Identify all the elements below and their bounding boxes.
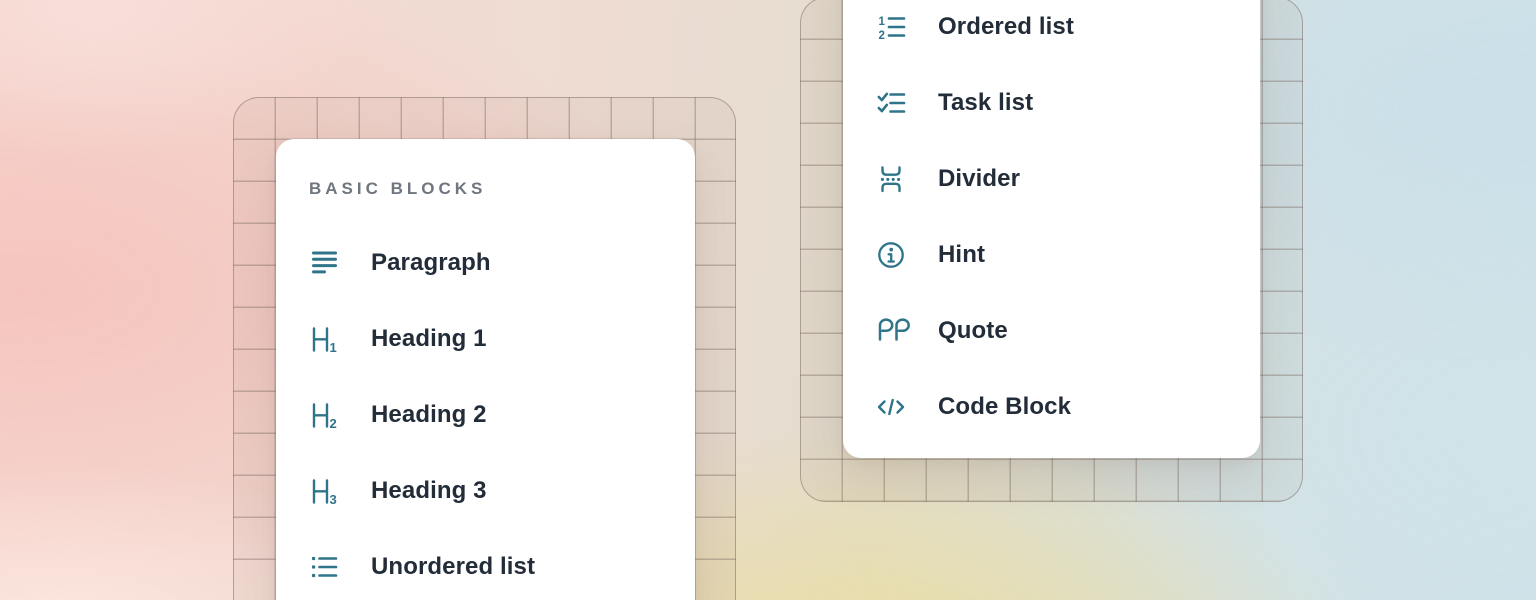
paragraph-icon [309,248,343,278]
menu-item-label: Heading 1 [371,325,487,353]
quote-icon [876,316,910,346]
code-block-icon [876,392,910,422]
task-list-icon [876,88,910,118]
menu-item-label: Heading 2 [371,401,487,429]
menu-item-label: Task list [938,89,1033,117]
menu-item-heading-2[interactable]: 2 Heading 2 [309,377,695,453]
advanced-blocks-items: 1 2 Ordered list Task list Divider Hint … [876,0,1260,445]
menu-item-label: Hint [938,241,985,269]
svg-text:2: 2 [330,416,337,430]
menu-item-label: Quote [938,317,1008,345]
menu-item-task-list[interactable]: Task list [876,65,1260,141]
menu-item-label: Heading 3 [371,477,487,505]
menu-item-label: Code Block [938,393,1071,421]
svg-text:1: 1 [330,340,337,354]
menu-item-heading-1[interactable]: 1 Heading 1 [309,301,695,377]
menu-item-heading-3[interactable]: 3 Heading 3 [309,453,695,529]
divider-icon [876,164,910,194]
gradient-background: { "left_menu": { "section_label": "BASIC… [0,0,1536,600]
menu-item-divider[interactable]: Divider [876,141,1260,217]
heading-1-icon: 1 [309,324,343,354]
menu-item-quote[interactable]: Quote [876,293,1260,369]
basic-blocks-menu: BASIC BLOCKS Paragraph 1 Heading 1 2 Hea… [276,139,695,600]
hint-icon [876,240,910,270]
heading-2-icon: 2 [309,400,343,430]
menu-item-paragraph[interactable]: Paragraph [309,225,695,301]
menu-item-ordered-list[interactable]: 1 2 Ordered list [876,0,1260,65]
advanced-blocks-menu: 1 2 Ordered list Task list Divider Hint … [843,0,1260,458]
ordered-list-icon: 1 2 [876,12,910,42]
menu-item-label: Paragraph [371,249,491,277]
section-label-basic-blocks: BASIC BLOCKS [309,179,695,199]
menu-item-label: Ordered list [938,13,1074,41]
menu-item-label: Divider [938,165,1020,193]
menu-item-label: Unordered list [371,553,535,581]
svg-text:3: 3 [330,492,337,506]
unordered-list-icon [309,552,343,582]
basic-blocks-items: Paragraph 1 Heading 1 2 Heading 2 3 Head… [309,225,695,600]
menu-item-unordered-list[interactable]: Unordered list [309,529,695,600]
svg-text:1: 1 [879,16,886,28]
heading-3-icon: 3 [309,476,343,506]
svg-text:2: 2 [879,30,885,42]
menu-item-hint[interactable]: Hint [876,217,1260,293]
menu-item-code-block[interactable]: Code Block [876,369,1260,445]
